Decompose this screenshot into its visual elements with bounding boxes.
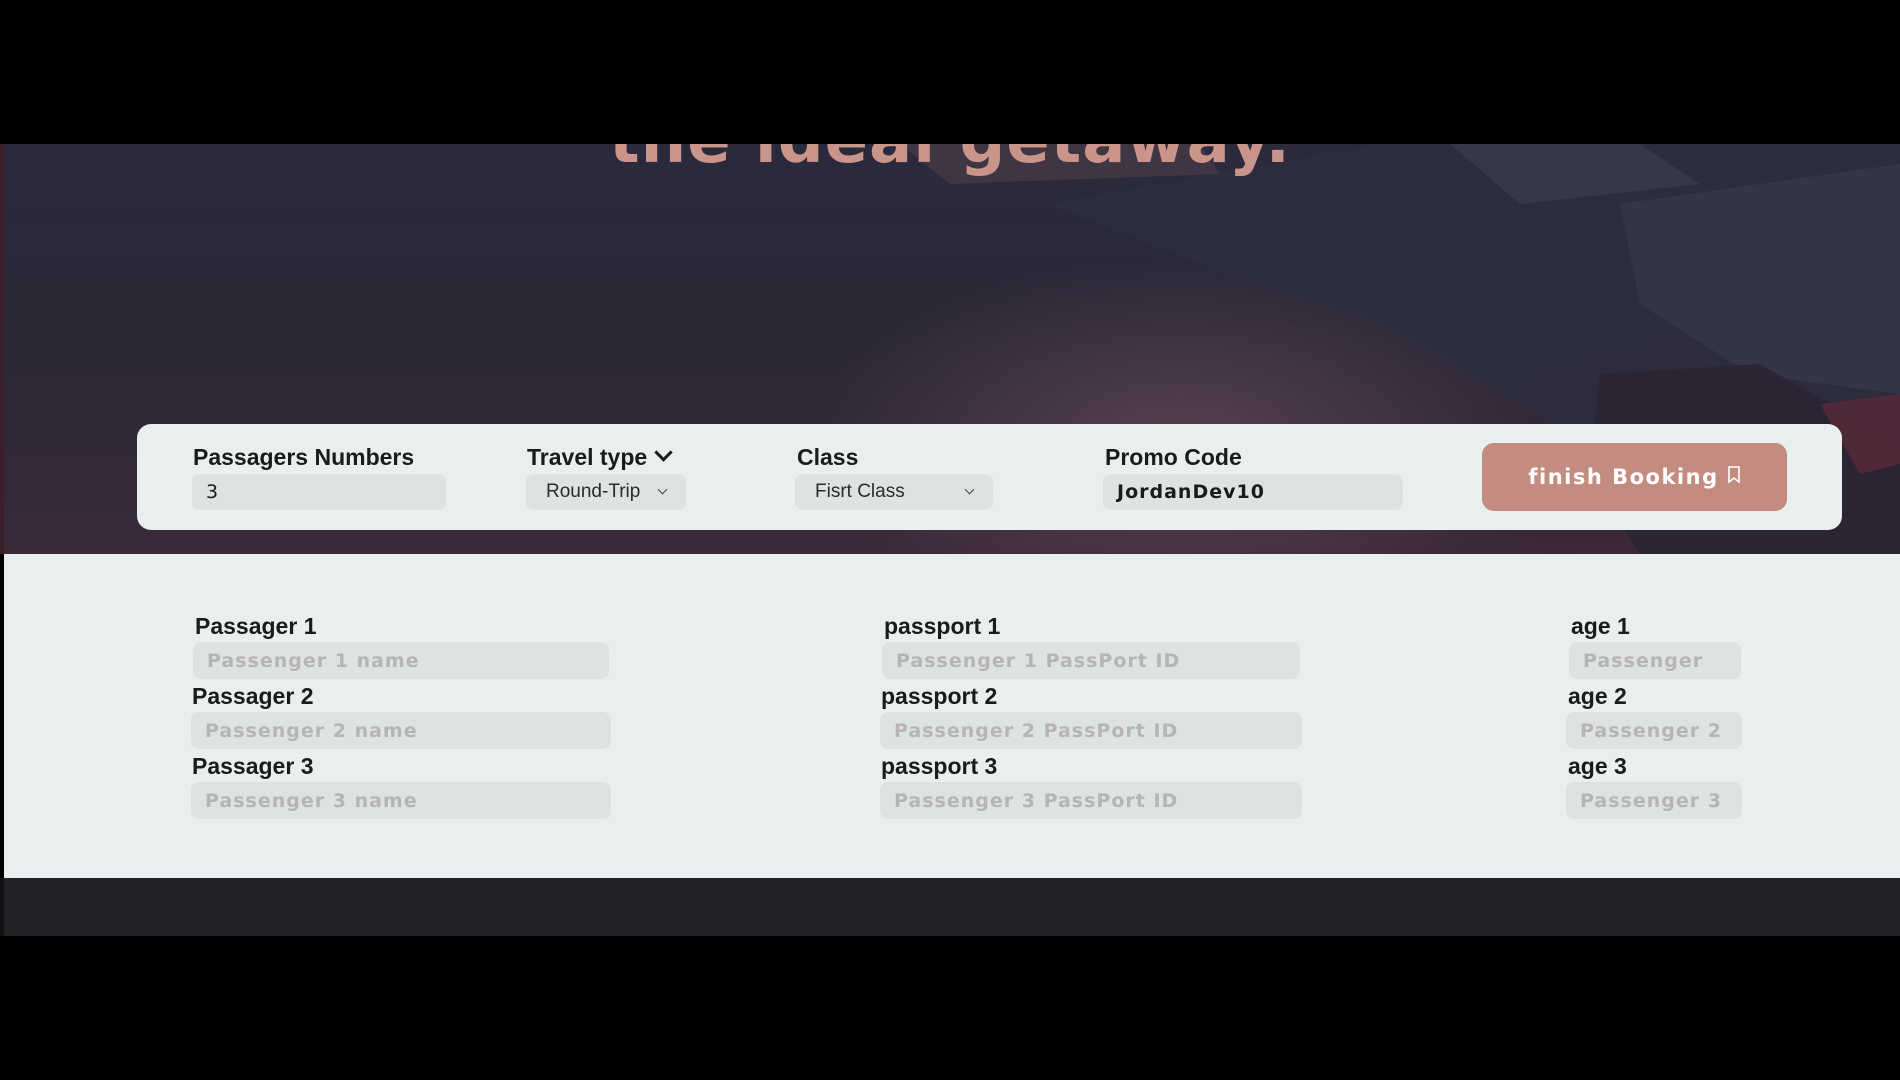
travel-type-label-text: Travel type — [527, 444, 648, 470]
finish-booking-button[interactable]: finish Booking — [1482, 443, 1787, 511]
age-1-label: age 1 — [1571, 613, 1630, 639]
travel-type-value: Round-Trip — [546, 481, 641, 502]
select-caret-icon — [657, 484, 668, 494]
passenger-3-name-input[interactable]: Passenger 3 name — [191, 782, 611, 819]
passengers-number-input[interactable]: 3 — [192, 474, 446, 510]
passenger-2-name-input[interactable]: Passenger 2 name — [191, 712, 611, 749]
promo-code-label: Promo Code — [1105, 444, 1242, 470]
age-2-label: age 2 — [1568, 683, 1627, 709]
footer — [4, 878, 1900, 936]
passenger-2-name-label: Passager 2 — [192, 683, 314, 709]
placeholder-text: Passenger 3 PassPort ID — [894, 789, 1179, 812]
hero-title: the ideal getaway. — [0, 144, 1900, 178]
passenger-details-section: Passager 1 Passenger 1 name passport 1 P… — [4, 554, 1900, 878]
passenger-1-name-input[interactable]: Passenger 1 name — [193, 642, 609, 679]
class-value: Fisrt Class — [815, 481, 905, 502]
passengers-number-label: Passagers Numbers — [193, 444, 415, 470]
placeholder-text: Passenger 1 name — [207, 649, 420, 672]
passenger-1-name-label: Passager 1 — [195, 613, 317, 639]
passenger-3-name-label: Passager 3 — [192, 753, 314, 779]
placeholder-text: Passenger — [1583, 649, 1704, 672]
age-1-input[interactable]: Passenger — [1569, 642, 1741, 679]
placeholder-text: Passenger 1 PassPort ID — [896, 649, 1181, 672]
class-select[interactable]: Fisrt Class — [795, 474, 993, 510]
select-caret-icon — [964, 484, 975, 494]
page: the ideal getaway. Passagers Numbers 3 T… — [0, 0, 1900, 1080]
placeholder-text: Passenger 2 — [1580, 719, 1722, 742]
placeholder-text: Passenger 2 name — [205, 719, 418, 742]
travel-type-select[interactable]: Round-Trip — [526, 474, 686, 510]
placeholder-text: Passenger 3 — [1580, 789, 1722, 812]
passengers-number-value: 3 — [206, 481, 219, 503]
passport-3-label: passport 3 — [881, 753, 998, 779]
promo-code-value: JordanDev10 — [1117, 481, 1265, 503]
passport-1-label: passport 1 — [884, 613, 1001, 639]
age-2-input[interactable]: Passenger 2 — [1566, 712, 1742, 749]
age-3-input[interactable]: Passenger 3 — [1566, 782, 1742, 819]
passport-2-input[interactable]: Passenger 2 PassPort ID — [880, 712, 1302, 749]
chevron-down-icon — [654, 443, 673, 462]
age-3-label: age 3 — [1568, 753, 1627, 779]
passport-2-label: passport 2 — [881, 683, 998, 709]
travel-type-label[interactable]: Travel type — [527, 443, 673, 471]
finish-booking-label: finish Booking — [1528, 465, 1719, 489]
promo-code-input[interactable]: JordanDev10 — [1103, 474, 1403, 510]
bookmark-icon — [1727, 466, 1740, 484]
placeholder-text: Passenger 2 PassPort ID — [894, 719, 1179, 742]
placeholder-text: Passenger 3 name — [205, 789, 418, 812]
passport-3-input[interactable]: Passenger 3 PassPort ID — [880, 782, 1302, 819]
class-label: Class — [797, 444, 859, 470]
passport-1-input[interactable]: Passenger 1 PassPort ID — [882, 642, 1300, 679]
